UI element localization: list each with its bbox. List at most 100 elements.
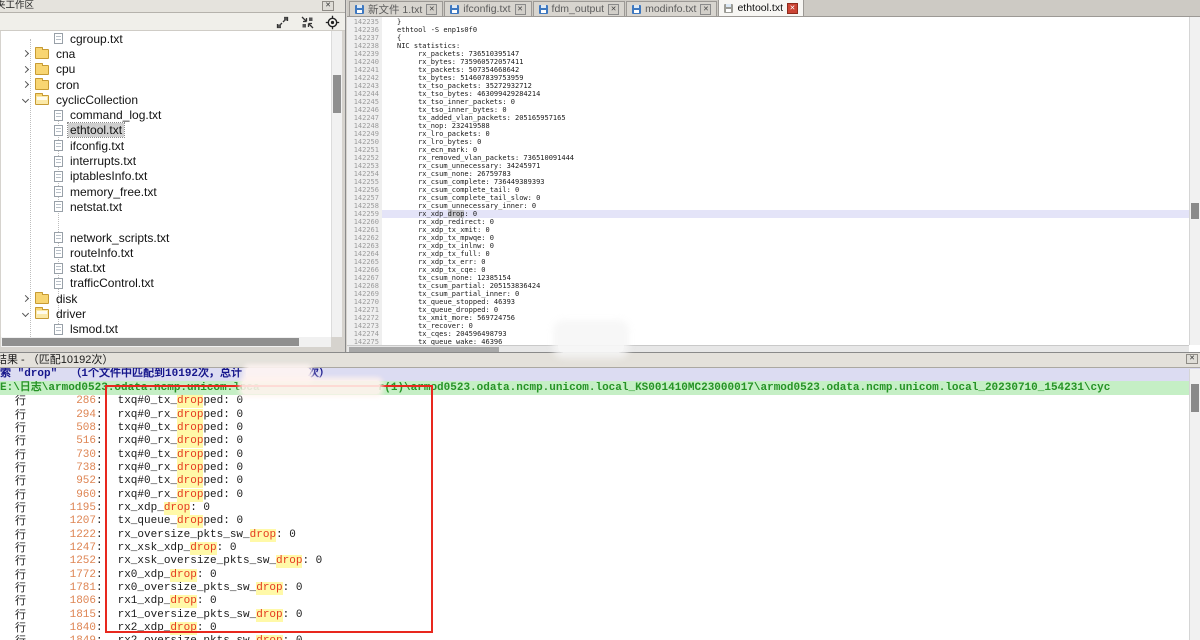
search-result-file-path[interactable]: E:\日志\armod0523.odata.ncmp.unicom.loca r… <box>0 381 1200 395</box>
line-number: 142269 <box>347 290 379 298</box>
search-result-row[interactable]: 行1772:rx0_xdp_drop: 0 <box>0 568 1189 581</box>
tree-item-cron[interactable]: cron <box>1 77 331 92</box>
file-icon <box>54 247 63 258</box>
search-result-row[interactable]: 行1247:rx_xsk_xdp_drop: 0 <box>0 542 1189 555</box>
search-result-row[interactable]: 行1252:rx_xsk_oversize_pkts_sw_drop: 0 <box>0 555 1189 568</box>
tree-item-memory-free-txt[interactable]: memory_free.txt <box>1 184 331 199</box>
search-result-row[interactable]: 行1840:rx2_xdp_drop: 0 <box>0 622 1189 635</box>
code-line: rx_csum_complete_tail: 0 <box>382 186 1189 194</box>
code-line: rx_ecn_mark: 0 <box>382 146 1189 154</box>
tree-item-disk[interactable]: disk <box>1 291 331 306</box>
scrollbar-thumb[interactable] <box>333 75 341 113</box>
editor-body[interactable]: 1422351422361422371422381422391422401422… <box>347 17 1189 345</box>
tree-item-iptablesinfo-txt[interactable]: iptablesInfo.txt <box>1 169 331 184</box>
search-result-row[interactable]: 行1849:rx2_oversize_pkts_sw_drop: 0 <box>0 635 1189 640</box>
search-result-row[interactable]: 行508:txq#0_tx_dropped: 0 <box>0 422 1189 435</box>
chevron-right-icon[interactable] <box>22 81 29 88</box>
chevron-right-icon[interactable] <box>22 50 29 57</box>
chevron-down-icon[interactable] <box>22 310 29 317</box>
search-result-row[interactable]: 行1222:rx_oversize_pkts_sw_drop: 0 <box>0 528 1189 541</box>
code-text: : 0 <box>464 210 477 218</box>
row-text: rx2_oversize_pkts_sw_ <box>118 635 257 640</box>
tab-ifconfig-txt[interactable]: ifconfig.txt✕ <box>444 1 531 16</box>
search-result-row[interactable]: 行1806:rx1_xdp_drop: 0 <box>0 595 1189 608</box>
search-result-row[interactable]: 行1781:rx0_oversize_pkts_sw_drop: 0 <box>0 582 1189 595</box>
search-result-row[interactable]: 行294:rxq#0_rx_dropped: 0 <box>0 408 1189 421</box>
close-icon[interactable]: ✕ <box>426 4 437 15</box>
tree-item-label: command_log.txt <box>68 108 163 122</box>
search-result-row[interactable]: 行286:txq#0_tx_dropped: 0 <box>0 395 1189 408</box>
file-icon <box>54 232 63 243</box>
tree-item-stat-txt[interactable]: stat.txt <box>1 260 331 275</box>
row-text: rx_oversize_pkts_sw_ <box>118 529 250 542</box>
tab--1-txt[interactable]: 新文件 1.txt✕ <box>349 1 443 16</box>
tree-item-driver[interactable]: driver <box>1 306 331 321</box>
tree-item-label: interrupts.txt <box>68 154 138 168</box>
row-line-label: 行 <box>15 422 26 435</box>
tree-item-netstat-txt[interactable]: netstat.txt <box>1 199 331 214</box>
close-icon[interactable]: ✕ <box>787 3 798 14</box>
search-result-row[interactable]: 行960:rxq#0_rx_dropped: 0 <box>0 488 1189 501</box>
match-highlight: drop <box>177 422 203 435</box>
saved-file-icon <box>724 4 733 13</box>
text-content[interactable]: }ethtool -S enp1s0f0{NIC statistics: rx_… <box>382 17 1189 345</box>
close-icon[interactable]: ✕ <box>608 4 619 15</box>
row-text: : 0 <box>276 529 296 542</box>
tab-ethtool-txt[interactable]: ethtool.txt✕ <box>718 0 804 16</box>
search-result-row[interactable]: 行1815:rx1_oversize_pkts_sw_drop: 0 <box>0 609 1189 622</box>
locate-current-file-icon[interactable] <box>325 14 341 30</box>
chevron-right-icon[interactable] <box>22 66 29 73</box>
search-result-row[interactable]: 行730:txq#0_tx_dropped: 0 <box>0 448 1189 461</box>
close-icon[interactable]: ✕ <box>700 4 711 15</box>
tree-item-routeinfo-txt[interactable]: routeInfo.txt <box>1 245 331 260</box>
tree-vertical-scrollbar[interactable] <box>331 31 342 337</box>
line-number: 142249 <box>347 130 379 138</box>
match-highlight: drop <box>276 555 302 568</box>
code-line: tx_tso_packets: 35272932712 <box>382 82 1189 90</box>
file-path-suffix: r(1)\armod0523.odata.ncmp.unicom.local_K… <box>378 381 1111 395</box>
tree-item-command-log-txt[interactable]: command_log.txt <box>1 107 331 122</box>
tree-item-cycliccollection[interactable]: cyclicCollection <box>1 92 331 107</box>
search-result-row[interactable]: 行1207:tx_queue_dropped: 0 <box>0 515 1189 528</box>
tab-fdm-output[interactable]: fdm_output✕ <box>533 1 626 16</box>
search-result-row[interactable]: 行516:rxq#0_rx_dropped: 0 <box>0 435 1189 448</box>
tree-horizontal-scrollbar[interactable] <box>1 337 331 347</box>
tree-item-ifconfig-txt[interactable]: ifconfig.txt <box>1 138 331 153</box>
search-result-row[interactable]: 行1195:rx_xdp_drop: 0 <box>0 502 1189 515</box>
expand-all-icon[interactable] <box>275 14 291 30</box>
row-text: rxq#0_rx_ <box>118 435 177 448</box>
line-number: 142241 <box>347 66 379 74</box>
editor-horizontal-scrollbar[interactable] <box>347 345 1189 352</box>
scrollbar-thumb[interactable] <box>1191 203 1199 219</box>
chevron-right-icon[interactable] <box>22 295 29 302</box>
tree-item-label: cyclicCollection <box>54 93 140 107</box>
tree-item-lsmod-txt[interactable]: lsmod.txt <box>1 322 331 337</box>
row-line-label: 行 <box>15 529 26 542</box>
line-number: 142259 <box>347 210 379 218</box>
scrollbar-thumb[interactable] <box>1191 384 1199 412</box>
tree-item-ethtool-txt[interactable]: ethtool.txt <box>1 123 331 138</box>
tree-item-cna[interactable]: cna <box>1 46 331 61</box>
chevron-down-icon[interactable] <box>22 96 29 103</box>
row-text: ped: 0 <box>203 475 243 488</box>
tree-item-label: cgroup.txt <box>68 32 125 46</box>
tab-modinfo-txt[interactable]: modinfo.txt✕ <box>626 1 717 16</box>
scrollbar-thumb[interactable] <box>2 338 299 346</box>
tree-item-cgroup-txt[interactable]: cgroup.txt <box>1 31 331 46</box>
row-line-label: 行 <box>15 595 26 608</box>
tree-item-network-scripts-txt[interactable]: network_scripts.txt <box>1 230 331 245</box>
collapse-all-icon[interactable] <box>300 14 316 30</box>
editor-vertical-scrollbar[interactable] <box>1189 17 1200 345</box>
close-icon[interactable]: ✕ <box>515 4 526 15</box>
search-result-row[interactable]: 行738:rxq#0_rx_dropped: 0 <box>0 462 1189 475</box>
tree-item-trafficcontrol-txt[interactable]: trafficControl.txt <box>1 276 331 291</box>
results-vertical-scrollbar[interactable] <box>1189 369 1200 640</box>
tree-item-interrupts-txt[interactable]: interrupts.txt <box>1 153 331 168</box>
close-icon[interactable]: ✕ <box>322 1 334 11</box>
search-result-row[interactable]: 行952:txq#0_tx_dropped: 0 <box>0 475 1189 488</box>
match-highlight: drop <box>164 502 190 515</box>
close-icon[interactable]: ✕ <box>1186 354 1198 364</box>
tree-item-cpu[interactable]: cpu <box>1 62 331 77</box>
file-icon <box>54 110 63 121</box>
line-number: 142266 <box>347 266 379 274</box>
